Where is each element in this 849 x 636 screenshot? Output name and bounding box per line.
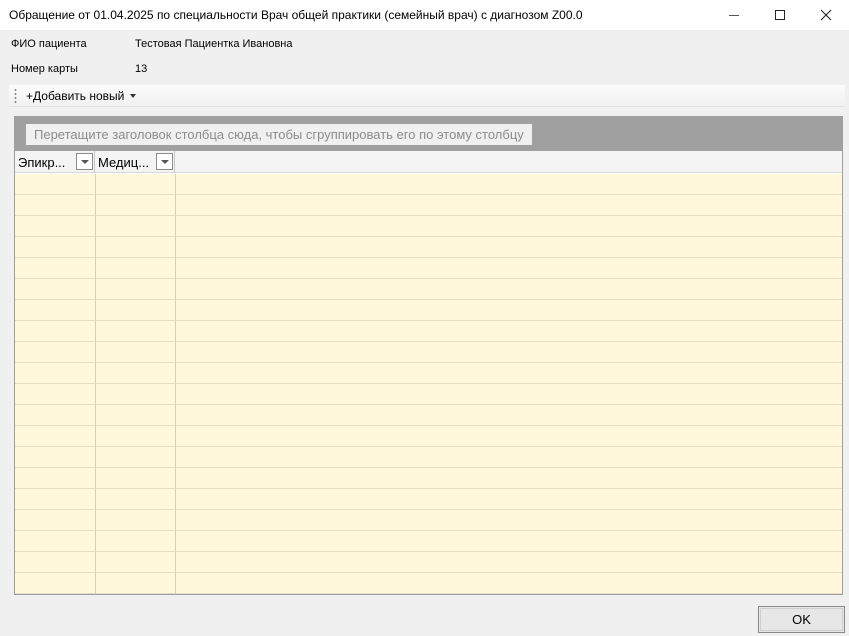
filter-dropdown-icon[interactable] — [76, 153, 93, 170]
table-row[interactable] — [15, 300, 842, 321]
table-row[interactable] — [15, 237, 842, 258]
toolbar: +Добавить новый — [9, 85, 845, 107]
add-new-label: +Добавить новый — [26, 89, 125, 103]
toolbar-grip-icon[interactable] — [14, 88, 17, 104]
maximize-button[interactable] — [757, 0, 803, 30]
patient-name-row: ФИО пациента Тестовая Пациентка Ивановна — [0, 33, 849, 55]
table-row[interactable] — [15, 510, 842, 531]
filter-dropdown-icon[interactable] — [156, 153, 173, 170]
table-row[interactable] — [15, 573, 842, 594]
table-row[interactable] — [15, 258, 842, 279]
patient-name-value: Тестовая Пациентка Ивановна — [135, 38, 293, 50]
maximize-icon — [775, 10, 785, 20]
add-new-dropdown-button[interactable]: +Добавить новый — [23, 87, 139, 105]
patient-name-label: ФИО пациента — [11, 38, 87, 50]
table-row[interactable] — [15, 552, 842, 573]
minimize-icon — [729, 15, 739, 16]
table-row[interactable] — [15, 321, 842, 342]
window-title: Обращение от 01.04.2025 по специальности… — [9, 8, 583, 22]
column-divider — [95, 174, 96, 594]
table-row[interactable] — [15, 174, 842, 195]
table-row[interactable] — [15, 405, 842, 426]
column-header-epicrisis[interactable]: Эпикр... — [15, 151, 95, 173]
minimize-button[interactable] — [711, 0, 757, 30]
title-bar: Обращение от 01.04.2025 по специальности… — [0, 0, 849, 30]
table-row[interactable] — [15, 384, 842, 405]
card-number-row: Номер карты 13 — [0, 58, 849, 80]
table-row[interactable] — [15, 489, 842, 510]
close-button[interactable] — [803, 0, 849, 30]
table-row[interactable] — [15, 279, 842, 300]
table-row[interactable] — [15, 363, 842, 384]
group-by-panel[interactable]: Перетащите заголовок столбца сюда, чтобы… — [15, 117, 842, 151]
group-by-hint: Перетащите заголовок столбца сюда, чтобы… — [26, 124, 532, 145]
card-number-label: Номер карты — [11, 63, 78, 75]
ok-button[interactable]: OK — [758, 606, 845, 633]
data-grid: Перетащите заголовок столбца сюда, чтобы… — [14, 116, 843, 595]
card-number-value: 13 — [135, 63, 148, 75]
table-row[interactable] — [15, 468, 842, 489]
column-header-medical[interactable]: Медиц... — [95, 151, 175, 173]
chevron-down-icon — [130, 94, 137, 98]
column-divider — [175, 174, 176, 594]
table-row[interactable] — [15, 426, 842, 447]
column-headers: Эпикр... Медиц... — [15, 151, 842, 173]
table-row[interactable] — [15, 447, 842, 468]
table-row[interactable] — [15, 531, 842, 552]
table-row[interactable] — [15, 195, 842, 216]
column-header-label: Медиц... — [98, 155, 150, 170]
close-icon — [820, 9, 832, 21]
grid-rows — [15, 174, 842, 594]
column-header-label: Эпикр... — [18, 155, 66, 170]
table-row[interactable] — [15, 342, 842, 363]
table-row[interactable] — [15, 216, 842, 237]
